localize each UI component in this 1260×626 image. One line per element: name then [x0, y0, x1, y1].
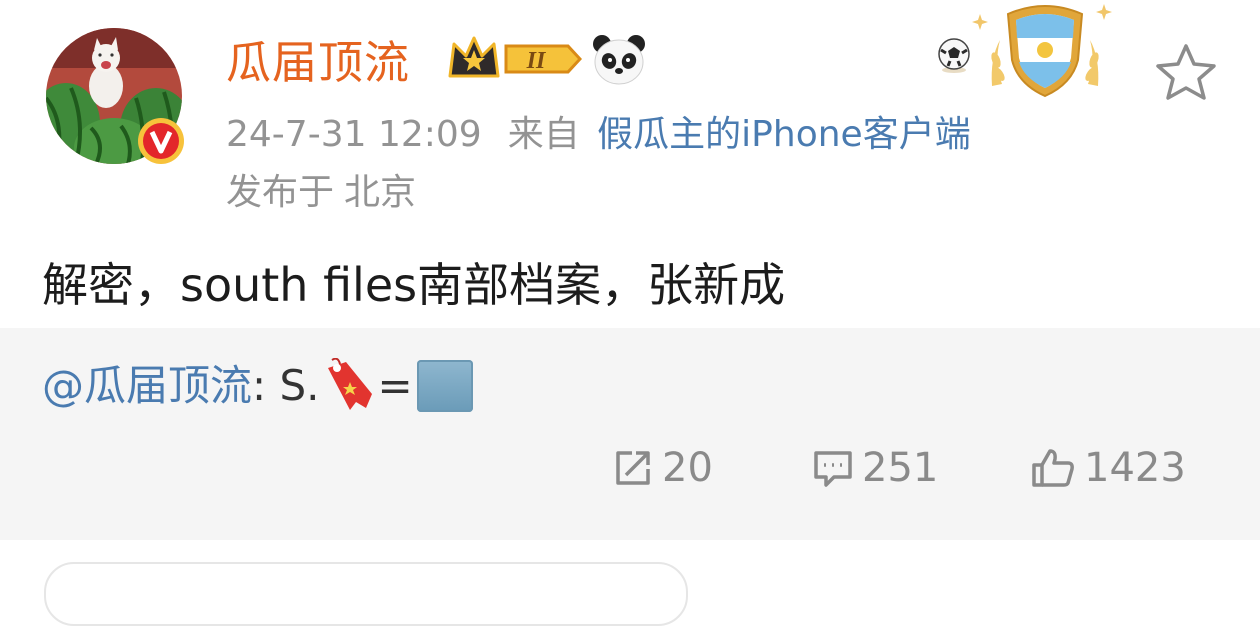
soccer-ball-icon: [938, 38, 970, 73]
svg-text:II: II: [526, 48, 547, 74]
comment-button[interactable]: 251: [812, 440, 938, 496]
repost-icon: [616, 451, 650, 485]
verified-badge-icon: [138, 118, 184, 164]
username[interactable]: 瓜届顶流: [226, 34, 410, 92]
bookmark-emoji-icon: [327, 358, 372, 410]
like-button[interactable]: 1423: [1030, 440, 1186, 496]
like-count: 1423: [1084, 445, 1186, 491]
panda-icon: [593, 35, 645, 85]
thumbs-up-icon: [1032, 449, 1074, 487]
repost-card[interactable]: @瓜届顶流: S. = 20 251 1423: [0, 328, 1260, 540]
location: 北京: [344, 172, 417, 213]
location-prefix: 发布于: [226, 172, 335, 213]
star-icon[interactable]: [1154, 42, 1218, 102]
repost-equals: =: [377, 361, 413, 410]
square-emoji-icon: [416, 360, 473, 412]
location-line: 发布于 北京: [226, 170, 416, 216]
argentina-crest-icon: [972, 4, 1112, 98]
post-meta: 24-7-31 12:09 来自 假瓜主的iPhone客户端: [226, 112, 971, 158]
comment-count: 251: [862, 445, 939, 491]
client-link[interactable]: 假瓜主的iPhone客户端: [597, 114, 971, 155]
repost-line: @瓜届顶流: S. =: [42, 358, 473, 414]
repost-button[interactable]: 20: [612, 440, 713, 496]
vip-crown-icon[interactable]: II: [446, 32, 582, 86]
repost-count: 20: [662, 445, 713, 491]
post-text: 解密，south files南部档案，张新成: [42, 258, 786, 312]
source-prefix: 来自: [507, 114, 580, 155]
comment-input[interactable]: [44, 562, 688, 626]
comment-icon: [814, 451, 852, 487]
timestamp: 24-7-31 12:09: [226, 114, 482, 155]
repost-text: : S.: [252, 361, 320, 410]
mention-link[interactable]: @瓜届顶流: [42, 359, 252, 413]
